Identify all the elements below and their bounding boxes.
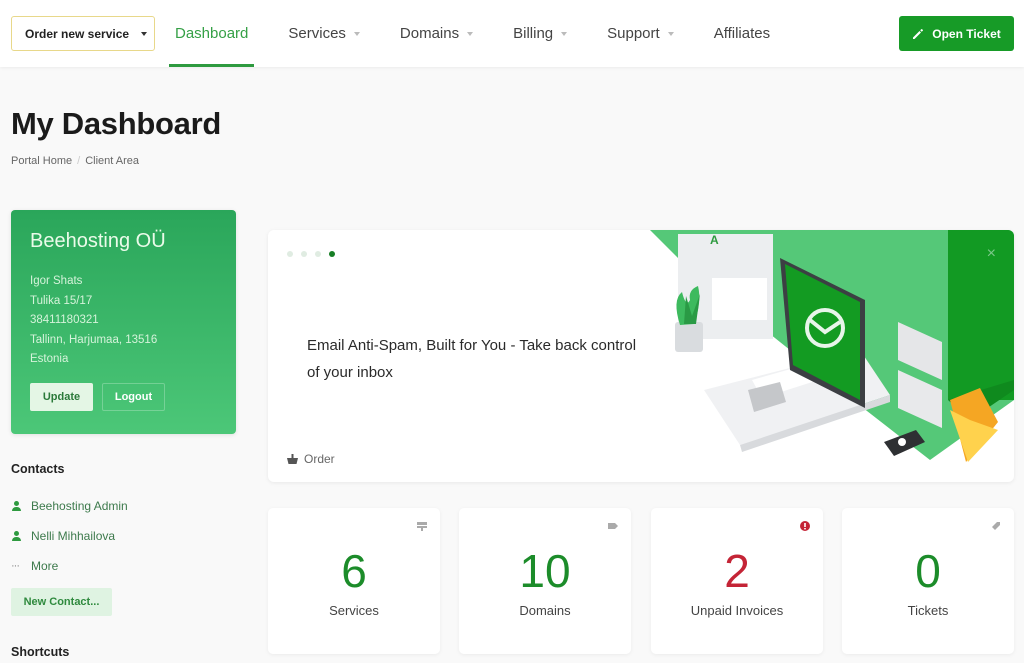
ellipsis-icon: ···: [11, 560, 20, 572]
carousel-dot-active[interactable]: [329, 251, 335, 257]
breadcrumb-client-area: Client Area: [85, 155, 140, 167]
breadcrumb: Portal Home / Client Area: [11, 155, 139, 167]
logout-button[interactable]: Logout: [102, 382, 165, 411]
nav-billing[interactable]: Billing: [507, 0, 573, 67]
carousel-dot[interactable]: [315, 251, 321, 257]
anti-spam-illustration: A: [650, 230, 1014, 462]
new-contact-button[interactable]: New Contact...: [11, 588, 112, 616]
ticket-icon: [992, 522, 1000, 530]
close-icon[interactable]: ×: [987, 245, 996, 263]
basket-icon: [287, 454, 298, 464]
contacts-more-link[interactable]: ··· More: [11, 559, 58, 573]
client-info-card: Beehosting OÜ Igor Shats Tulika 15/17 38…: [11, 210, 236, 434]
promo-order-link[interactable]: Order: [287, 452, 335, 466]
contacts-heading: Contacts: [11, 462, 65, 476]
stat-label: Services: [329, 603, 379, 618]
stat-label: Tickets: [907, 603, 949, 618]
nav-affiliates[interactable]: Affiliates: [708, 0, 776, 67]
chevron-down-icon: [667, 31, 674, 36]
user-icon: [11, 501, 21, 511]
client-city: Tallinn, Harjumaa, 13516: [30, 333, 158, 346]
carousel-dot[interactable]: [287, 251, 293, 257]
nav-support-label: Support: [607, 25, 660, 42]
nav-billing-label: Billing: [513, 25, 554, 42]
nav-services[interactable]: Services: [282, 0, 366, 67]
client-address: Tulika 15/17: [30, 294, 93, 307]
contact-name: Nelli Mihhailova: [31, 529, 116, 543]
promo-headline: Email Anti-Spam, Built for You - Take ba…: [307, 337, 637, 381]
carousel-indicators: [287, 251, 335, 257]
chevron-down-icon: [141, 31, 148, 36]
contact-item[interactable]: Beehosting Admin: [11, 499, 128, 513]
stat-value: 6: [341, 545, 367, 597]
pencil-icon: [913, 28, 924, 39]
nav-services-label: Services: [288, 25, 346, 42]
page-title: My Dashboard: [11, 106, 221, 141]
stat-tile-domains[interactable]: 10 Domains: [459, 508, 631, 654]
contacts-more-label: More: [31, 559, 59, 573]
stat-label: Domains: [519, 603, 571, 618]
svg-text:A: A: [710, 233, 719, 247]
client-id-number: 38411180321: [30, 314, 99, 326]
client-company-name: Beehosting OÜ: [30, 230, 166, 252]
nav-domains[interactable]: Domains: [394, 0, 479, 67]
nav-support[interactable]: Support: [601, 0, 680, 67]
open-ticket-label: Open Ticket: [932, 26, 1001, 41]
nav-dashboard-label: Dashboard: [175, 25, 249, 42]
stat-value: 2: [724, 545, 750, 597]
open-ticket-button[interactable]: Open Ticket: [899, 16, 1014, 51]
tag-icon: [608, 523, 618, 529]
server-icon: [417, 522, 427, 531]
update-button[interactable]: Update: [30, 382, 93, 411]
stat-tile-unpaid-invoices[interactable]: 2 Unpaid Invoices: [651, 508, 823, 654]
top-navbar: Order new service Dashboard Services Dom…: [0, 0, 1024, 67]
stat-value: 10: [519, 545, 571, 597]
carousel-dot[interactable]: [301, 251, 307, 257]
chevron-down-icon: [467, 31, 474, 36]
promo-carousel: Email Anti-Spam, Built for You - Take ba…: [268, 230, 1014, 482]
nav-domains-label: Domains: [399, 25, 460, 42]
chevron-down-icon: [353, 31, 360, 36]
breadcrumb-portal-home[interactable]: Portal Home: [11, 155, 72, 167]
order-new-service-button[interactable]: Order new service: [11, 16, 155, 51]
client-country: Estonia: [30, 353, 69, 365]
chevron-down-icon: [561, 31, 568, 36]
client-contact-name: Igor Shats: [30, 275, 83, 287]
breadcrumb-separator: /: [77, 155, 81, 167]
stat-label: Unpaid Invoices: [690, 603, 784, 618]
contact-name: Beehosting Admin: [31, 499, 128, 513]
contact-item[interactable]: Nelli Mihhailova: [11, 529, 115, 543]
shortcuts-heading: Shortcuts: [11, 645, 70, 659]
alert-icon: [800, 521, 810, 531]
order-new-service-label: Order new service: [25, 26, 130, 41]
main-nav: Dashboard Services Domains Billing Suppo…: [169, 0, 804, 67]
nav-affiliates-label: Affiliates: [713, 25, 771, 42]
promo-order-label: Order: [304, 452, 335, 466]
stat-tile-services[interactable]: 6 Services: [268, 508, 440, 654]
stat-tile-tickets[interactable]: 0 Tickets: [842, 508, 1014, 654]
user-icon: [11, 531, 21, 541]
stat-value: 0: [915, 545, 941, 597]
client-actions: Update Logout: [30, 382, 217, 411]
nav-dashboard[interactable]: Dashboard: [169, 0, 255, 67]
